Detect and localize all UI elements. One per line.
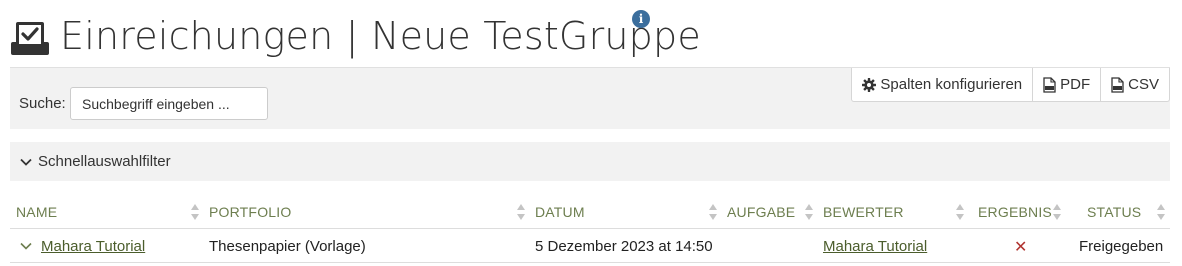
info-icon[interactable]: i [632, 10, 650, 28]
sort-icon[interactable] [1052, 203, 1062, 221]
sort-icon[interactable] [190, 203, 200, 221]
portfolio-cell: Thesenpapier (Vorlage) [209, 238, 366, 255]
search-label: Suche: [19, 95, 66, 112]
status-cell: Freigegeben [1079, 238, 1164, 255]
gear-icon [862, 77, 877, 92]
datum-cell: 5 Dezember 2023 at 14:50 [535, 238, 713, 255]
pdf-file-icon [1043, 76, 1056, 93]
csv-file-icon [1111, 76, 1124, 93]
sort-icon[interactable] [804, 203, 814, 221]
pdf-export-label: PDF [1060, 76, 1091, 93]
sort-icon[interactable] [955, 203, 965, 221]
csv-export-label: CSV [1128, 76, 1159, 93]
search-input[interactable] [70, 87, 268, 120]
sort-icon[interactable] [1156, 203, 1166, 221]
column-header-status[interactable]: STATUS [1087, 204, 1141, 220]
page-header: Einreichungen | Neue TestGruppe [10, 8, 701, 64]
configure-columns-label: Spalten konfigurieren [880, 76, 1023, 93]
quick-filter-label: Schnellauswahlfilter [38, 153, 171, 170]
configure-columns-button[interactable]: Spalten konfigurieren [852, 68, 1032, 101]
export-button-group: Spalten konfigurieren PDF CSV [851, 68, 1170, 102]
name-link[interactable]: Mahara Tutorial [41, 238, 145, 255]
quick-filter-toggle[interactable]: Schnellauswahlfilter [10, 142, 1170, 181]
pdf-export-button[interactable]: PDF [1032, 68, 1100, 101]
search-toolbar: Suche: Spalten konfigurieren P [10, 67, 1170, 129]
sort-icon[interactable] [516, 203, 526, 221]
column-header-aufgabe[interactable]: AUFGABE [727, 204, 795, 220]
inbox-check-icon [11, 22, 49, 55]
page-title: Einreichungen | Neue TestGruppe [60, 14, 701, 58]
chevron-down-icon [20, 158, 32, 166]
column-header-bewerter[interactable]: BEWERTER [823, 204, 904, 220]
fail-icon: ✕ [1014, 239, 1028, 256]
bewerter-link[interactable]: Mahara Tutorial [823, 238, 927, 255]
column-header-datum[interactable]: DATUM [535, 204, 585, 220]
submissions-table: NAME PORTFOLIO DATUM AUFGABE BEWERTER ER… [10, 196, 1170, 263]
chevron-down-icon[interactable] [20, 242, 32, 250]
column-header-name[interactable]: NAME [16, 204, 57, 220]
csv-export-button[interactable]: CSV [1100, 68, 1169, 101]
column-header-portfolio[interactable]: PORTFOLIO [209, 204, 291, 220]
column-header-ergebnis[interactable]: ERGEBNIS [978, 204, 1052, 220]
table-row: Mahara Tutorial Thesenpapier (Vorlage) 5… [10, 229, 1170, 263]
sort-icon[interactable] [708, 203, 718, 221]
table-header: NAME PORTFOLIO DATUM AUFGABE BEWERTER ER… [10, 196, 1170, 229]
